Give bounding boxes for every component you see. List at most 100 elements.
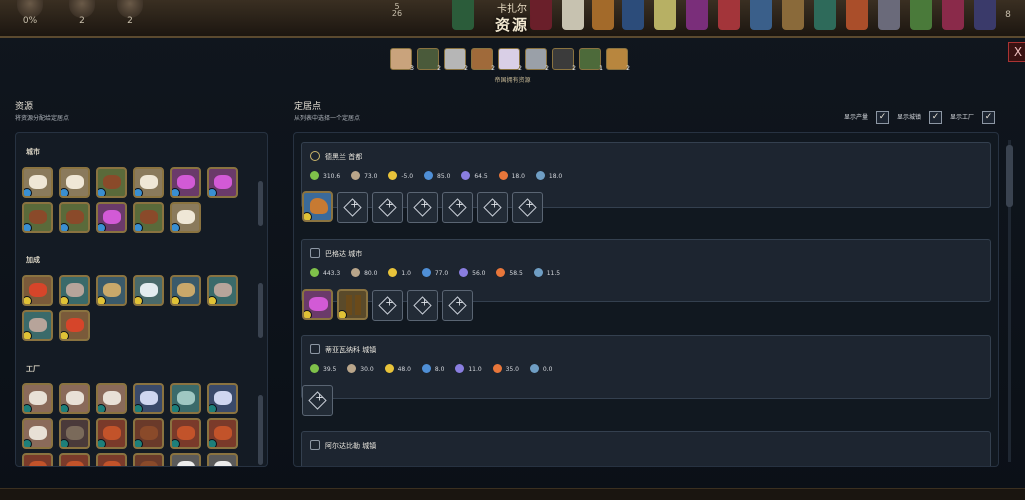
- empire-resource-icon[interactable]: 2: [417, 48, 441, 72]
- resource-tile[interactable]: [170, 453, 201, 466]
- science-progress-stat[interactable]: 0%: [12, 0, 48, 36]
- resource-tile[interactable]: [133, 453, 164, 466]
- culture-icon: [459, 268, 469, 277]
- empire-resource-icon[interactable]: 2: [471, 48, 495, 72]
- gold-icon: [388, 268, 398, 277]
- add-icon: [308, 391, 327, 410]
- toggle-show-factories[interactable]: 显示工厂 ✓: [950, 111, 995, 124]
- checkbox-show-towns[interactable]: ✓: [929, 111, 942, 124]
- culture-icon: [461, 171, 471, 180]
- resource-tile[interactable]: [96, 453, 127, 466]
- settlement-card[interactable]: 巴格达 城市 443.3 80.0 1.0 77.0 56.0 58.5 11.…: [301, 239, 991, 302]
- happiness-icon: [498, 171, 508, 180]
- empty-resource-slot[interactable]: [442, 290, 473, 321]
- influence-icon: [535, 171, 545, 180]
- resource-tile[interactable]: [170, 275, 201, 306]
- empty-resource-slot[interactable]: [372, 192, 403, 223]
- empire-resource-icon[interactable]: 2: [525, 48, 549, 72]
- empire-resource-icon[interactable]: 2: [606, 48, 630, 72]
- resource-tile[interactable]: [59, 202, 90, 233]
- resource-tile[interactable]: [207, 453, 238, 466]
- resource-tile[interactable]: [207, 418, 238, 449]
- resource-tile[interactable]: [22, 202, 53, 233]
- toggle-show-yields[interactable]: 显示产量 ✓: [844, 111, 889, 124]
- resource-tile[interactable]: [96, 418, 127, 449]
- resource-tile[interactable]: [96, 383, 127, 414]
- bonus-section-scrollbar[interactable]: [258, 283, 263, 338]
- empty-resource-slot[interactable]: [372, 290, 403, 321]
- resource-tile[interactable]: [207, 383, 238, 414]
- resource-tile[interactable]: [22, 275, 53, 306]
- city-section-scrollbar[interactable]: [258, 181, 263, 226]
- resource-tile[interactable]: [22, 167, 53, 198]
- resource-tile[interactable]: [22, 453, 53, 466]
- resource-tile[interactable]: [133, 202, 164, 233]
- resource-tile[interactable]: [59, 310, 90, 341]
- resource-tile[interactable]: [59, 418, 90, 449]
- resource-tile[interactable]: [133, 275, 164, 306]
- assigned-resource-tile[interactable]: [302, 289, 333, 320]
- empty-resource-slot[interactable]: [407, 290, 438, 321]
- resource-tile[interactable]: [96, 202, 127, 233]
- empire-resource-icon[interactable]: 3: [390, 48, 414, 72]
- unit-stat[interactable]: 8: [990, 0, 1025, 36]
- settlement-card[interactable]: 德黑兰 首都 310.6 73.0 -5.0 85.0 64.5 18.0 18…: [301, 142, 991, 208]
- section-title-city: 城市: [26, 148, 40, 156]
- assigned-resource-tile[interactable]: [302, 191, 333, 222]
- resource-tile[interactable]: [133, 383, 164, 414]
- assigned-resource-tile[interactable]: [337, 289, 368, 320]
- gold-icon: [388, 171, 398, 180]
- resource-tile[interactable]: [59, 383, 90, 414]
- close-button[interactable]: X: [1008, 42, 1025, 62]
- toggle-show-towns[interactable]: 显示城镇 ✓: [897, 111, 942, 124]
- checkbox-show-factories[interactable]: ✓: [982, 111, 995, 124]
- checkbox-show-yields[interactable]: ✓: [876, 111, 889, 124]
- resource-tile[interactable]: [96, 275, 127, 306]
- empty-resource-slot[interactable]: [442, 192, 473, 223]
- empire-resource-icon[interactable]: 2: [498, 48, 522, 72]
- culture-stat[interactable]: 2: [64, 0, 100, 36]
- add-icon: [413, 198, 432, 217]
- empire-resource-icon[interactable]: 2: [444, 48, 468, 72]
- resources-screen: { "top_bar": { "civ_name": "卡扎尔", "scree…: [0, 0, 1025, 500]
- section-title-bonus: 加成: [26, 256, 40, 264]
- resource-tile[interactable]: [22, 418, 53, 449]
- science-icon: [421, 268, 431, 277]
- empty-resource-slot[interactable]: [337, 192, 368, 223]
- resource-tile[interactable]: [59, 167, 90, 198]
- resource-tile[interactable]: [59, 275, 90, 306]
- resource-tile[interactable]: [170, 202, 201, 233]
- influence-icon: [533, 268, 543, 277]
- top-bar: 0% 2 2 5 26 8 卡扎尔 资源: [0, 0, 1025, 38]
- resource-tile[interactable]: [170, 383, 201, 414]
- resource-tile[interactable]: [207, 275, 238, 306]
- faith-stat[interactable]: 2: [112, 0, 148, 36]
- resource-tile[interactable]: [133, 418, 164, 449]
- empty-resource-slot[interactable]: [512, 192, 543, 223]
- resource-tile[interactable]: [22, 383, 53, 414]
- resource-tile[interactable]: [207, 167, 238, 198]
- empty-resource-slot[interactable]: [302, 385, 333, 416]
- settlements-panel-subtitle: 从列表中选择一个定居点: [294, 115, 361, 122]
- resource-tile[interactable]: [133, 167, 164, 198]
- city-count-stat[interactable]: 5 26: [380, 0, 414, 36]
- resource-tile[interactable]: [22, 310, 53, 341]
- empty-resource-slot[interactable]: [407, 192, 438, 223]
- science-icon: [421, 364, 431, 373]
- food-icon: [310, 171, 319, 180]
- empire-resource-icon[interactable]: 2: [552, 48, 576, 72]
- resources-panel-subtitle: 将资源分配给定居点: [15, 115, 70, 122]
- resource-tile[interactable]: [96, 167, 127, 198]
- empty-resource-slot[interactable]: [477, 192, 508, 223]
- settlement-list-scrollbar[interactable]: [1006, 145, 1013, 207]
- resource-tile[interactable]: [170, 418, 201, 449]
- resource-tile[interactable]: [59, 453, 90, 466]
- settlement-name: 巴格达 城市: [310, 248, 362, 259]
- resource-tile[interactable]: [170, 167, 201, 198]
- settlement-card[interactable]: 阿尔达比勒 城镇: [301, 431, 991, 466]
- factory-section-scrollbar[interactable]: [258, 395, 263, 465]
- screen-title: 资源: [494, 16, 529, 34]
- empire-resource-icon[interactable]: 1: [579, 48, 603, 72]
- settlement-card[interactable]: 蒂亚瓦纳科 城镇 39.5 30.0 48.0 8.0 11.0 35.0 0.…: [301, 335, 991, 399]
- add-icon: [448, 198, 467, 217]
